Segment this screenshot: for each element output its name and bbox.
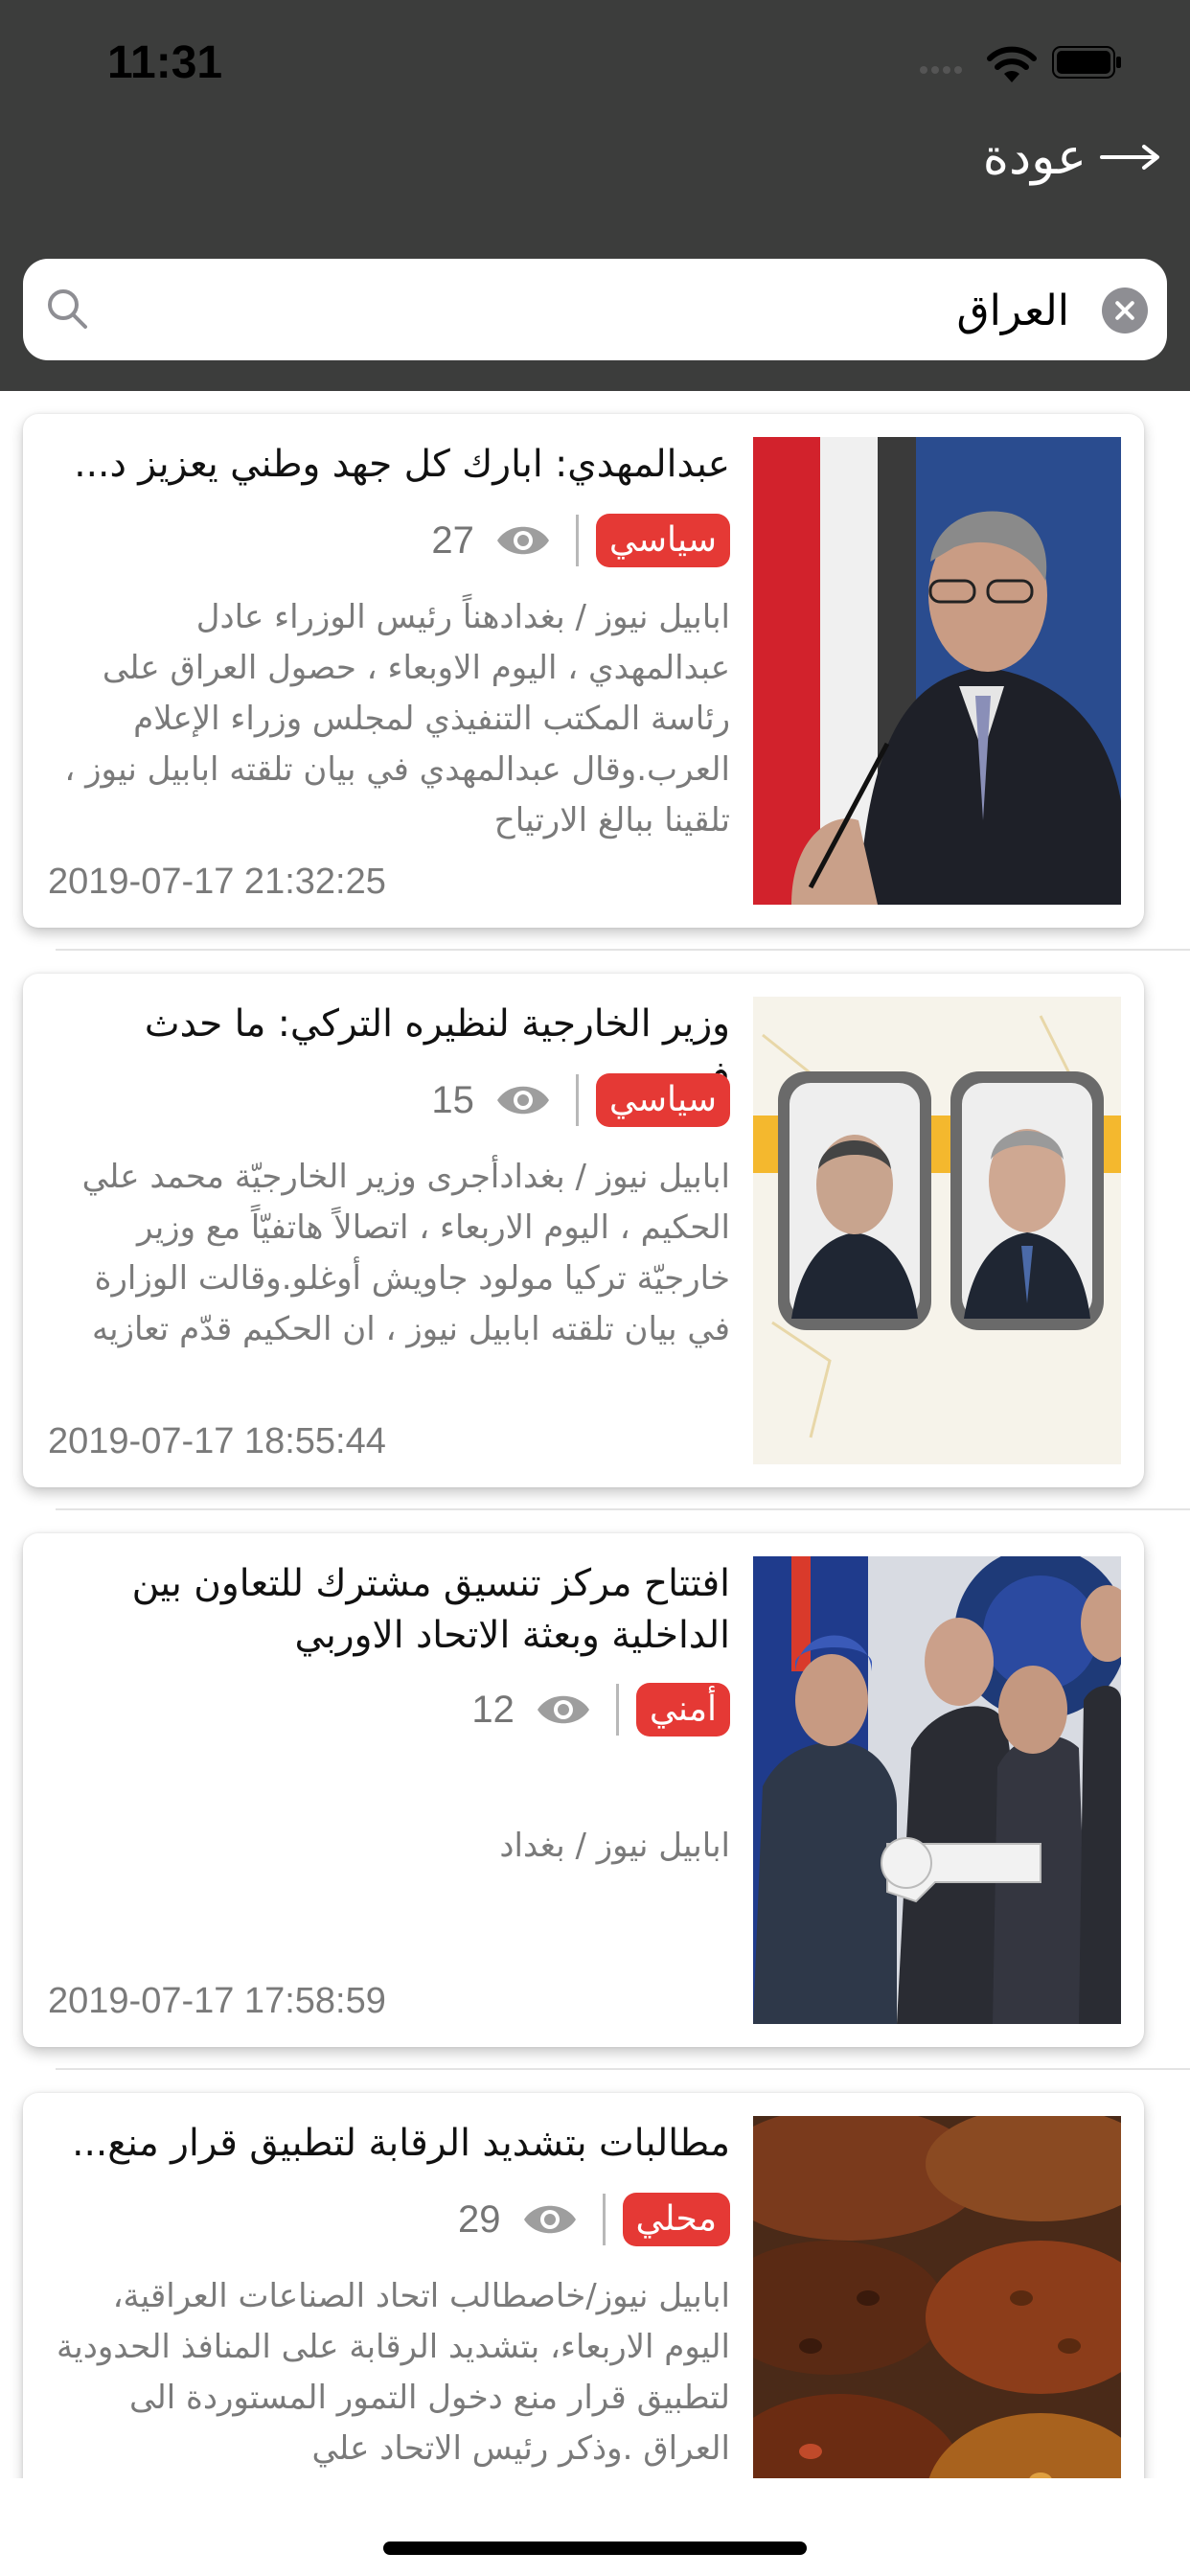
eye-icon [523, 2205, 576, 2234]
status-time: 11:31 [107, 37, 223, 88]
search-input[interactable] [109, 270, 1071, 351]
arrow-right-icon [1100, 145, 1159, 170]
article-timestamp: 2019-07-17 17:58:59 [48, 1981, 386, 2021]
category-badge: أمني [635, 1683, 730, 1736]
news-card[interactable]: افتتاح مركز تنسيق مشترك للتعاون بين الدا… [23, 1533, 1144, 2047]
article-meta: سياسي 15 [431, 1071, 730, 1129]
news-card[interactable]: مطالبات بتشديد الرقابة لتطبيق قرار منع..… [23, 2093, 1144, 2478]
article-title: مطالبات بتشديد الرقابة لتطبيق قرار منع..… [72, 2122, 730, 2165]
category-badge: محلي [622, 2193, 730, 2246]
dates-photo [753, 2116, 1121, 2478]
meta-divider [615, 1684, 619, 1736]
list-separator [56, 2068, 1190, 2070]
list-separator [56, 1508, 1190, 1510]
cellular-signal-icon [920, 59, 966, 78]
clear-search-button[interactable] [1102, 288, 1148, 334]
bottom-safe-area [0, 2478, 1190, 2576]
meta-divider [575, 515, 579, 566]
category-badge: سياسي [595, 1073, 730, 1127]
view-count: 29 [458, 2197, 501, 2241]
navigation-bar: 11:31 عودة [0, 0, 1190, 230]
news-card[interactable]: وزير الخارجية لنظيره التركي: ما حدث ف...… [23, 974, 1144, 1487]
meta-divider [575, 1074, 579, 1126]
two-ministers-photo [753, 997, 1121, 1464]
view-count: 27 [431, 518, 474, 562]
article-timestamp: 2019-07-17 18:55:44 [48, 1421, 386, 1461]
back-label: عودة [982, 128, 1087, 186]
article-title: عبدالمهدي: ابارك كل جهد وطني يعزيز د... [74, 443, 730, 486]
search-bar [0, 230, 1190, 391]
news-card[interactable]: عبدالمهدي: ابارك كل جهد وطني يعزيز د... … [23, 414, 1144, 928]
list-separator [56, 949, 1190, 951]
search-icon [48, 289, 87, 329]
article-thumbnail [753, 2116, 1121, 2478]
view-count: 12 [471, 1688, 515, 1731]
article-excerpt: ابابيل نيوز / بغداد [499, 1827, 730, 1865]
home-indicator[interactable] [383, 2542, 807, 2555]
article-excerpt: ابابيل نيوز / بغدادهناً رئيس الوزراء عاد… [64, 598, 730, 840]
article-meta: سياسي 27 [431, 512, 730, 569]
eye-icon [537, 1695, 589, 1724]
article-excerpt: ابابيل نيوز / بغدادأجرى وزير الخارجيّة م… [81, 1158, 730, 1348]
battery-icon [1052, 46, 1121, 79]
back-button[interactable]: عودة [983, 123, 1161, 192]
article-thumbnail [753, 437, 1121, 905]
view-count: 15 [431, 1078, 474, 1121]
meta-divider [602, 2194, 606, 2245]
search-field[interactable] [23, 259, 1167, 360]
wifi-icon [987, 46, 1037, 82]
politician-photo [753, 437, 1121, 905]
eye-icon [496, 1086, 549, 1115]
eye-icon [496, 526, 549, 555]
news-list[interactable]: عبدالمهدي: ابارك كل جهد وطني يعزيز د... … [0, 391, 1190, 2478]
article-meta: أمني 12 [471, 1681, 730, 1738]
key-handover-photo [753, 1556, 1121, 2024]
article-thumbnail [753, 997, 1121, 1464]
article-excerpt: ابابيل نيوز/خاصطالب اتحاد الصناعات العرا… [57, 2277, 730, 2468]
category-badge: سياسي [595, 514, 730, 567]
article-title: افتتاح مركز تنسيق مشترك للتعاون بين الدا… [131, 1562, 730, 1657]
article-timestamp: 2019-07-17 21:32:25 [48, 862, 386, 902]
article-meta: محلي 29 [458, 2191, 730, 2248]
article-thumbnail [753, 1556, 1121, 2024]
